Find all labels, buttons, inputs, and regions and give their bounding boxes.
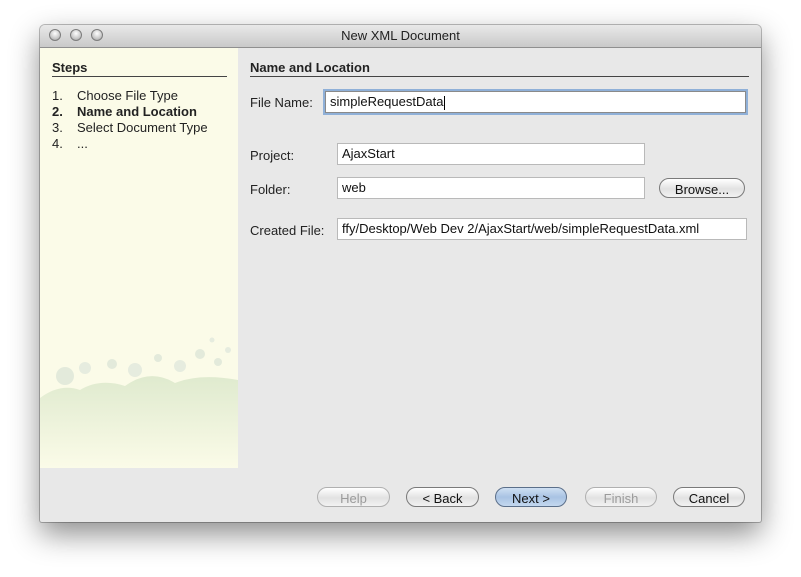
steps-sidebar: Steps 1. Choose File Type 2. Name and Loca… (40, 48, 238, 468)
step-label: Select Document Type (77, 120, 208, 135)
step-label: Name and Location (77, 104, 197, 119)
section-heading: Name and Location (250, 60, 749, 77)
step-number: 4. (52, 136, 63, 151)
finish-button[interactable]: Finish (585, 487, 657, 507)
step-number: 2. (52, 104, 63, 119)
step-label: Choose File Type (77, 88, 178, 103)
title-bar[interactable]: New XML Document (40, 25, 761, 48)
next-button[interactable]: Next > (495, 487, 567, 507)
created-file-label: Created File: (250, 223, 325, 238)
step-select-document-type: 3. Select Document Type (52, 120, 208, 136)
steps-heading: Steps (52, 60, 227, 77)
folder-label: Folder: (250, 182, 291, 197)
step-name-and-location: 2. Name and Location (52, 104, 208, 120)
back-button[interactable]: < Back (406, 487, 479, 507)
steps-list: 1. Choose File Type 2. Name and Location 3… (52, 88, 208, 152)
folder-input[interactable]: web (337, 177, 645, 199)
text-caret (444, 95, 446, 110)
step-number: 3. (52, 120, 63, 135)
step-number: 1. (52, 88, 63, 103)
window-title: New XML Document (341, 28, 460, 43)
help-button[interactable]: Help (317, 487, 390, 507)
project-field: AjaxStart (337, 143, 645, 165)
file-name-label: File Name: (250, 95, 313, 110)
sidebar-decoration-image (40, 337, 238, 468)
browse-button[interactable]: Browse... (659, 178, 745, 198)
step-choose-file-type: 1. Choose File Type (52, 88, 208, 104)
file-name-value: simpleRequestData (330, 94, 444, 109)
step-label: ... (77, 136, 88, 151)
new-xml-document-window: New XML Document Steps 1. Choose File Typ… (40, 25, 761, 522)
file-name-input[interactable]: simpleRequestData (325, 91, 746, 113)
step-more: 4.... (52, 136, 208, 152)
project-label: Project: (250, 148, 295, 163)
cancel-button[interactable]: Cancel (673, 487, 745, 507)
created-file-field: ffy/Desktop/Web Dev 2/AjaxStart/web/simp… (337, 218, 747, 240)
